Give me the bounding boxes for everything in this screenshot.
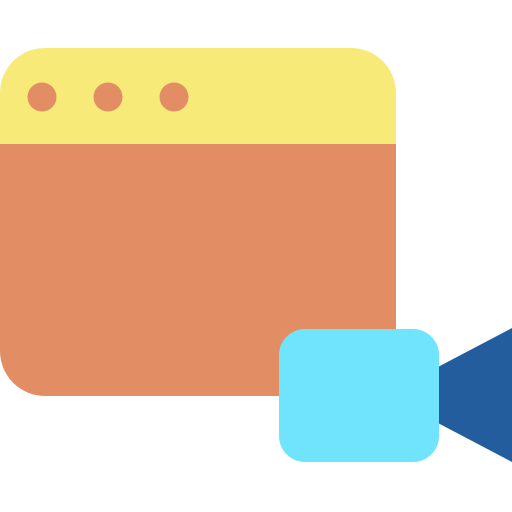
- video-camera-lens: [436, 328, 512, 462]
- window-dot-3: [159, 82, 189, 112]
- window-dot-1: [27, 82, 57, 112]
- icon-canvas: [0, 0, 512, 512]
- browser-video-icon: [0, 48, 512, 462]
- video-camera-body: [279, 329, 439, 462]
- window-dot-2: [93, 82, 123, 112]
- browser-title-bar: [0, 48, 396, 144]
